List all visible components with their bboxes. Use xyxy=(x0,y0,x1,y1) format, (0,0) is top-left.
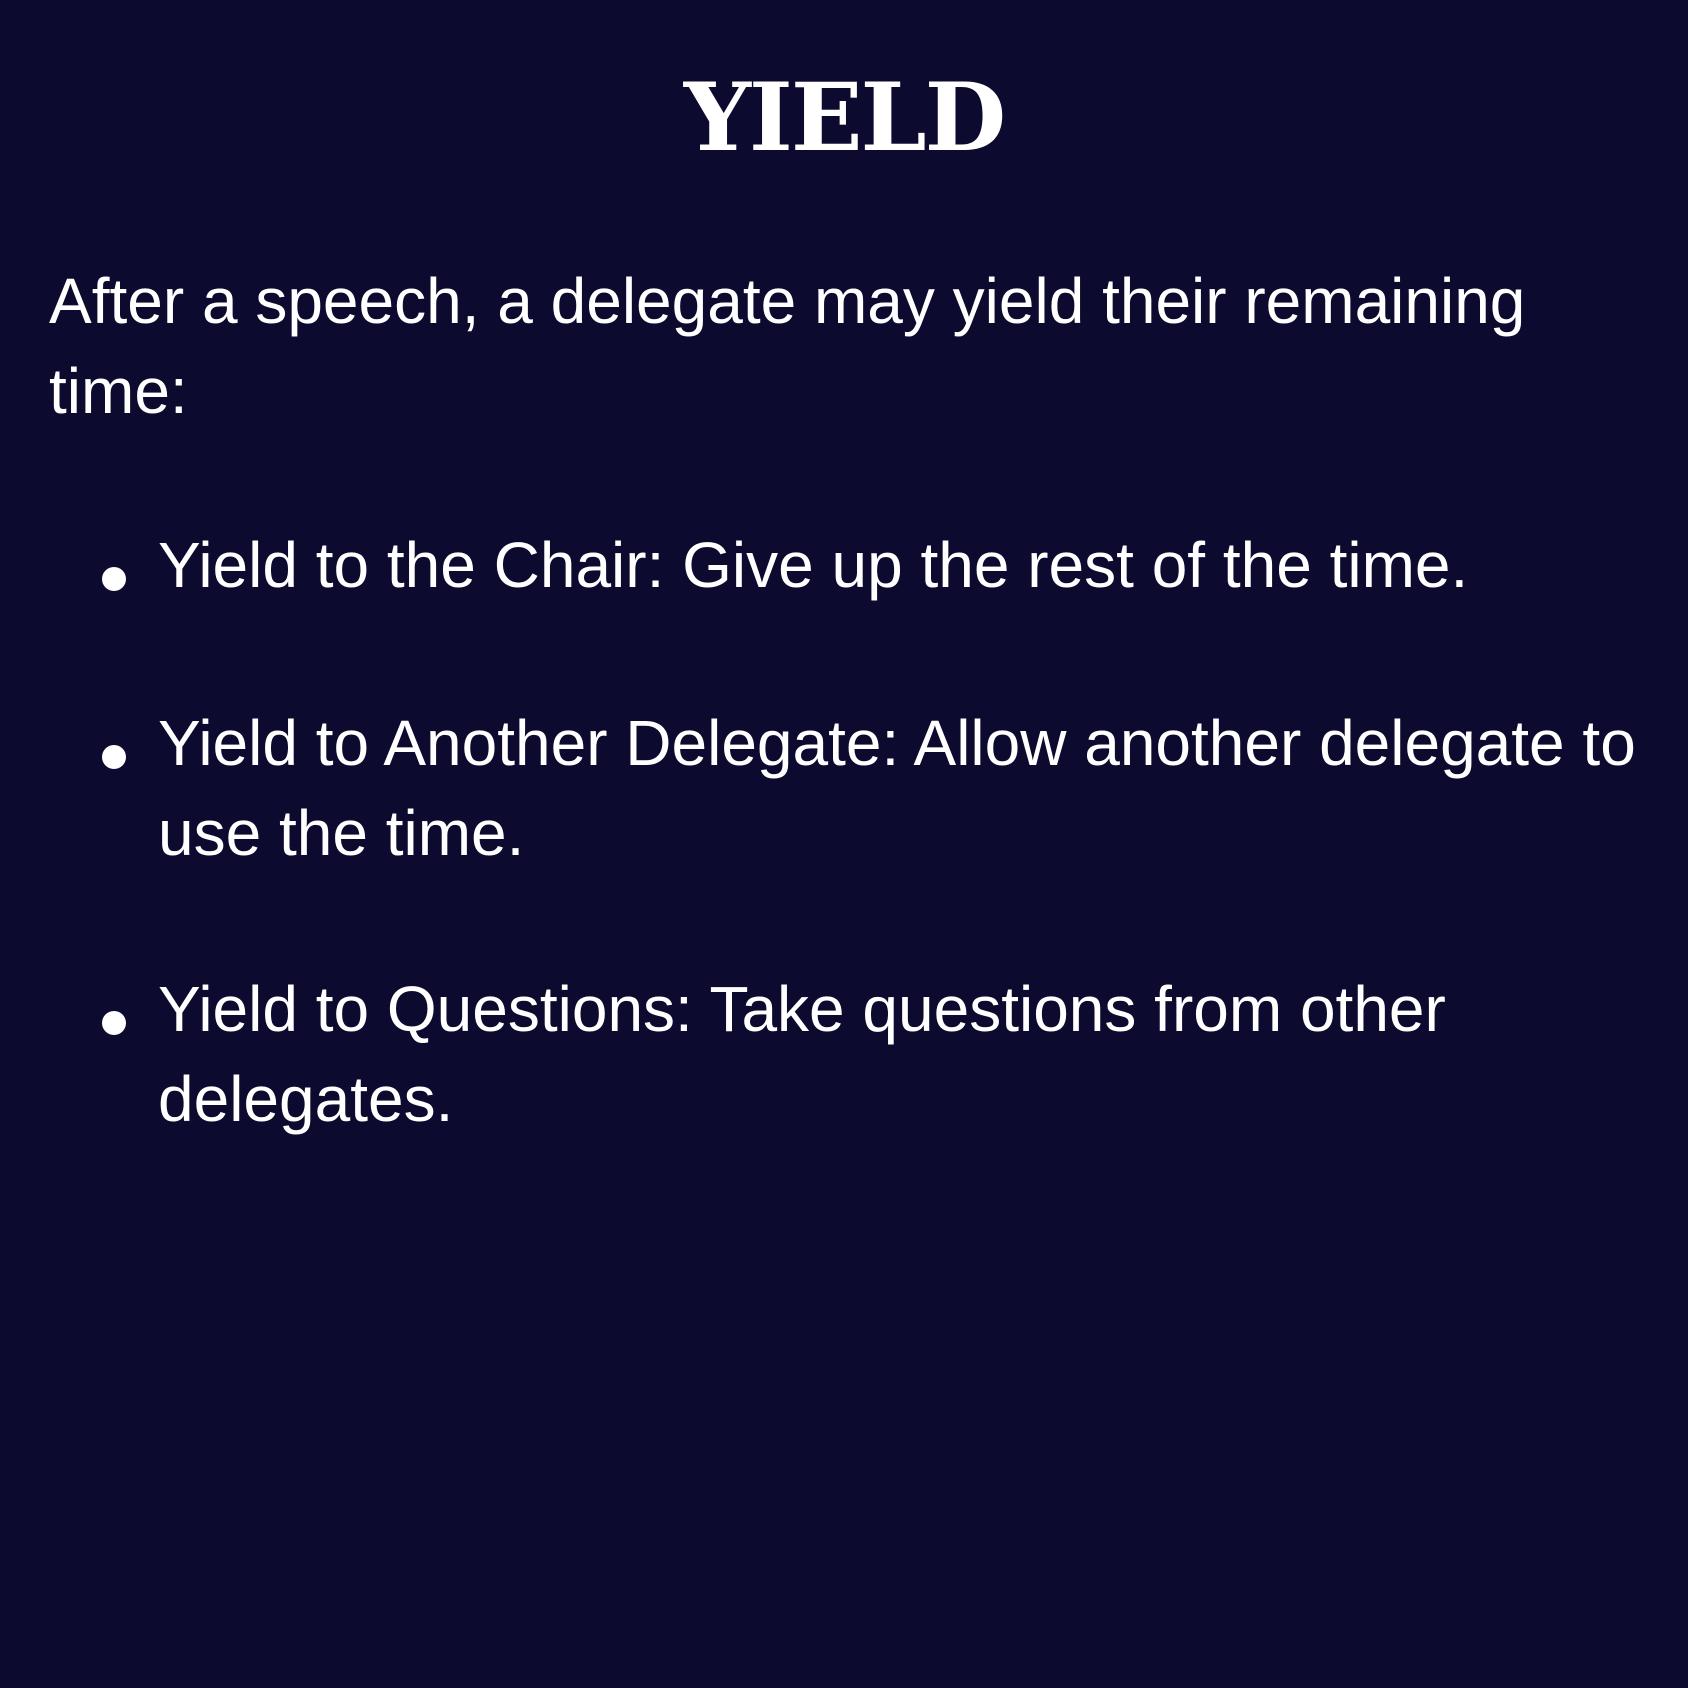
bullet-icon xyxy=(102,567,126,591)
bullet-icon xyxy=(102,745,126,769)
page-title: YIELD xyxy=(683,63,1006,173)
intro-paragraph: After a speech, a delegate may yield the… xyxy=(49,265,1526,427)
list-item-text: Yield to Another Delegate: Allow another… xyxy=(158,707,1636,869)
bullet-icon xyxy=(102,1011,126,1035)
list-item-text: Yield to the Chair: Give up the rest of … xyxy=(158,529,1469,601)
list-item-text: Yield to Questions: Take questions from … xyxy=(158,973,1446,1135)
